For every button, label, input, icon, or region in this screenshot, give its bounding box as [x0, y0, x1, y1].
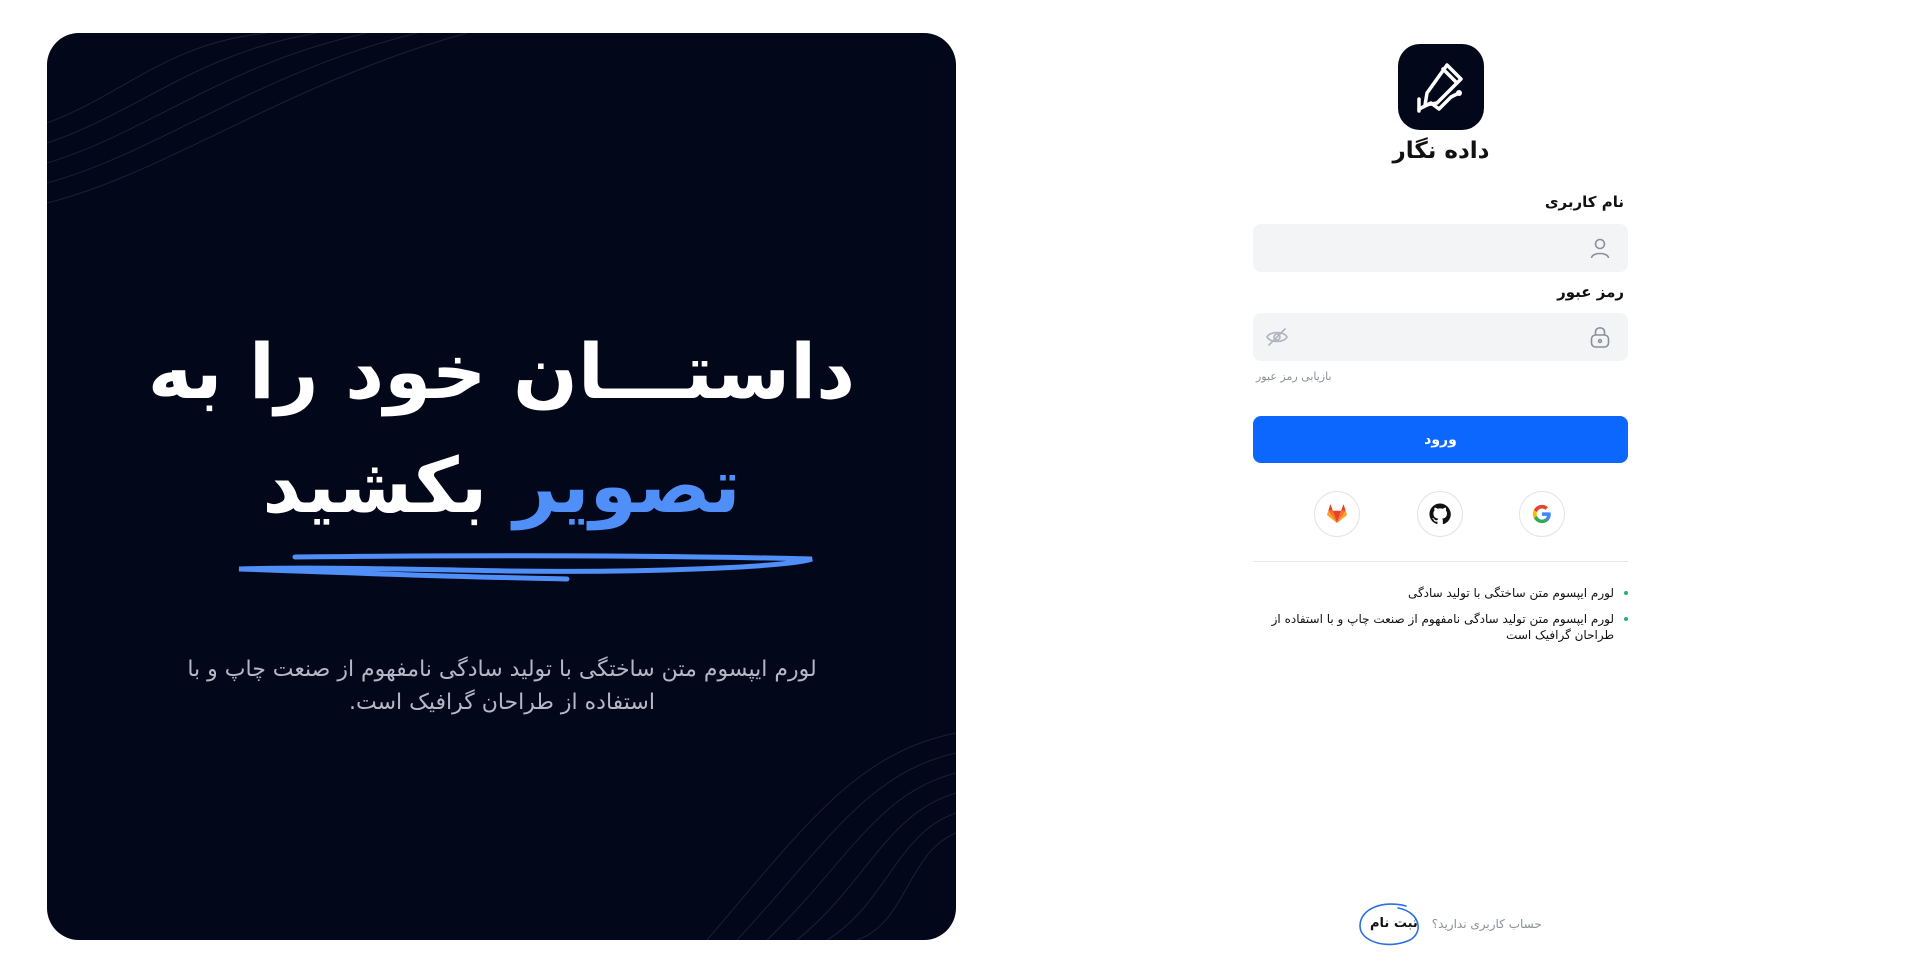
- signup-link-label: ثبت نام: [1370, 916, 1418, 931]
- username-input[interactable]: [1253, 224, 1628, 272]
- signup-question: حساب کاربری ندارید؟: [1431, 916, 1542, 931]
- username-label: نام کاربری: [1544, 193, 1624, 211]
- google-login-button[interactable]: [1519, 491, 1565, 537]
- list-item: لورم ایپسوم متن تولید سادگی نامفهوم از ص…: [1270, 611, 1628, 643]
- brand-logo: [1398, 44, 1484, 130]
- eye-off-icon[interactable]: [1265, 325, 1289, 353]
- signup-link[interactable]: ثبت نام: [1359, 903, 1428, 946]
- feature-list: لورم ایپسوم متن ساختگی با تولید سادگی لو…: [1270, 585, 1628, 653]
- forgot-password-link[interactable]: بازیابی رمز عبور: [1256, 370, 1332, 383]
- hero-panel: داستـــان خود را به تصویر بکشید لورم ایپ…: [47, 33, 956, 940]
- hero-title: داستـــان خود را به تصویر بکشید: [47, 315, 956, 543]
- bullet-icon: [1624, 617, 1628, 621]
- signup-row: حساب کاربری ندارید؟ ثبت نام: [1359, 903, 1542, 946]
- gitlab-icon: [1327, 504, 1347, 524]
- feature-text: لورم ایپسوم متن تولید سادگی نامفهوم از ص…: [1271, 612, 1614, 642]
- hero-title-line2-rest: بکشید: [262, 441, 488, 530]
- hero-title-line2: تصویر بکشید: [47, 429, 956, 543]
- password-field: [1253, 313, 1628, 361]
- list-item: لورم ایپسوم متن ساختگی با تولید سادگی: [1270, 585, 1628, 601]
- feature-text: لورم ایپسوم متن ساختگی با تولید سادگی: [1407, 586, 1614, 600]
- hero-title-line1: داستـــان خود را به: [147, 327, 856, 416]
- brand-name: داده نگار: [1392, 138, 1490, 164]
- bullet-icon: [1624, 591, 1628, 595]
- hero-description: لورم ایپسوم متن ساختگی با تولید سادگی نا…: [187, 657, 817, 715]
- password-label: رمز عبور: [1557, 283, 1624, 301]
- password-input[interactable]: [1253, 313, 1628, 361]
- lock-icon: [1588, 325, 1612, 353]
- username-field: [1253, 224, 1628, 272]
- divider: [1253, 561, 1628, 562]
- hero-title-accent: تصویر: [513, 441, 741, 530]
- gitlab-login-button[interactable]: [1314, 491, 1360, 537]
- pen-chart-icon: [1417, 63, 1463, 113]
- github-icon: [1429, 503, 1451, 525]
- github-login-button[interactable]: [1417, 491, 1463, 537]
- google-icon: [1532, 504, 1551, 524]
- user-icon: [1588, 236, 1612, 264]
- login-button[interactable]: ورود: [1253, 416, 1628, 463]
- hero-underline: [238, 553, 813, 582]
